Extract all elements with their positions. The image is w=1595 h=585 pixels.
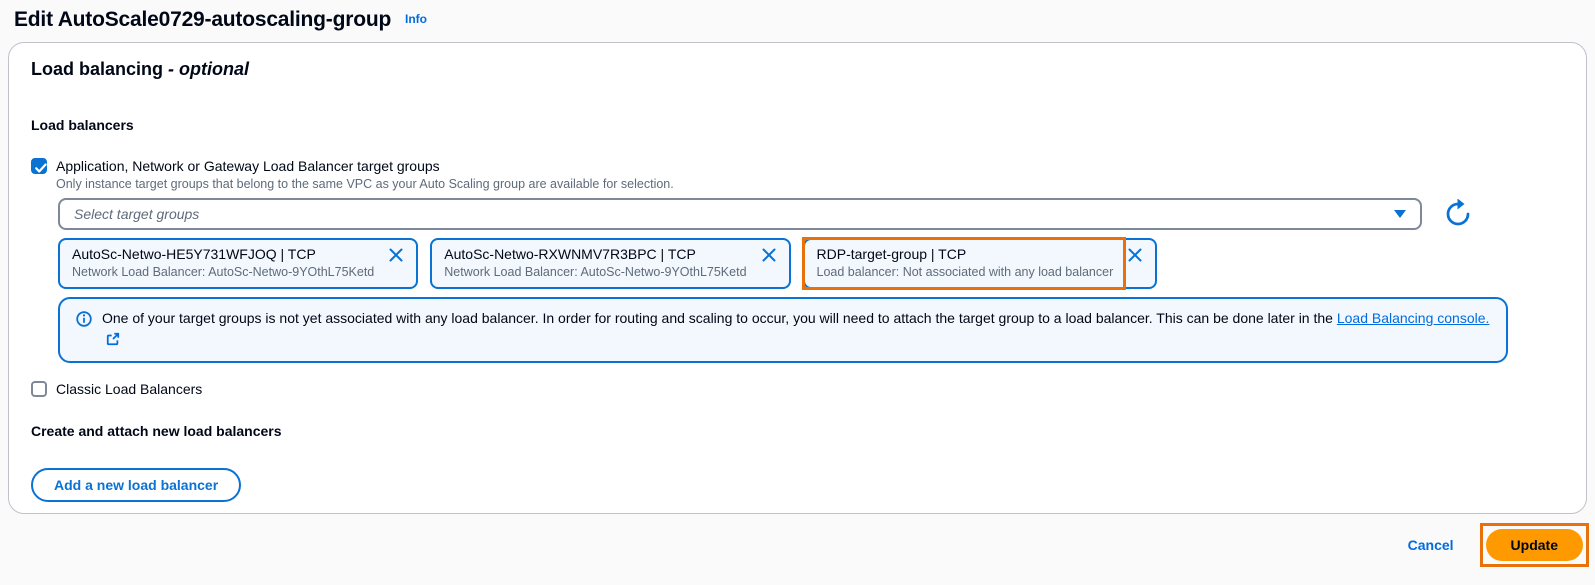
token-label: AutoSc-Netwo-HE5Y731WFJOQ | TCP xyxy=(72,245,374,264)
panel-heading-text: Load balancing xyxy=(31,59,163,79)
target-group-token: AutoSc-Netwo-RXWNMV7R3BPC | TCP Network … xyxy=(430,238,790,289)
create-attach-heading: Create and attach new load balancers xyxy=(31,423,1562,439)
refresh-icon xyxy=(1443,199,1473,229)
chevron-down-icon xyxy=(1394,210,1406,218)
remove-token-icon[interactable] xyxy=(1127,245,1143,266)
token-label: AutoSc-Netwo-RXWNMV7R3BPC | TCP xyxy=(444,245,746,264)
update-button[interactable]: Update xyxy=(1486,529,1583,561)
classic-load-balancers-row[interactable]: Classic Load Balancers xyxy=(31,381,1562,397)
remove-token-icon[interactable] xyxy=(388,245,404,266)
target-groups-description: Only instance target groups that belong … xyxy=(56,177,1562,191)
update-annotation-highlight: Update xyxy=(1480,523,1589,567)
alert-text: One of your target groups is not yet ass… xyxy=(102,308,1490,352)
cancel-button[interactable]: Cancel xyxy=(1408,537,1454,553)
token-description: Network Load Balancer: AutoSc-Netwo-9YOt… xyxy=(72,264,374,281)
target-groups-checkbox[interactable] xyxy=(31,158,47,174)
info-alert: One of your target groups is not yet ass… xyxy=(58,297,1508,363)
classic-load-balancers-checkbox[interactable] xyxy=(31,381,47,397)
token-description: Network Load Balancer: AutoSc-Netwo-9YOt… xyxy=(444,264,746,281)
token-description: Load balancer: Not associated with any l… xyxy=(817,264,1114,281)
classic-load-balancers-label: Classic Load Balancers xyxy=(56,381,202,397)
remove-token-icon[interactable] xyxy=(761,245,777,266)
target-group-token: AutoSc-Netwo-HE5Y731WFJOQ | TCP Network … xyxy=(58,238,418,289)
selected-target-groups: AutoSc-Netwo-HE5Y731WFJOQ | TCP Network … xyxy=(58,238,1562,289)
add-load-balancer-button[interactable]: Add a new load balancer xyxy=(31,468,241,502)
info-icon xyxy=(76,308,92,352)
external-link-icon xyxy=(106,331,120,352)
refresh-button[interactable] xyxy=(1442,198,1474,230)
load-balancing-console-link[interactable]: Load Balancing console. xyxy=(1337,310,1490,326)
token-label: RDP-target-group | TCP xyxy=(817,245,1114,264)
load-balancing-panel: Load balancing - optional Load balancers… xyxy=(8,42,1587,514)
footer-actions: Cancel Update xyxy=(0,514,1595,567)
target-groups-field: Select target groups AutoSc-Netwo-HE5Y73… xyxy=(58,198,1562,363)
target-group-token: RDP-target-group | TCP Load balancer: No… xyxy=(803,238,1158,289)
target-groups-checkbox-label: Application, Network or Gateway Load Bal… xyxy=(56,158,440,174)
panel-heading-optional: - optional xyxy=(168,59,249,79)
alert-message: One of your target groups is not yet ass… xyxy=(102,310,1337,326)
target-groups-select[interactable]: Select target groups xyxy=(58,198,1422,230)
page-header: Edit AutoScale0729-autoscaling-group Inf… xyxy=(0,0,1595,36)
load-balancers-label: Load balancers xyxy=(31,117,1562,133)
select-placeholder: Select target groups xyxy=(74,206,199,222)
info-link[interactable]: Info xyxy=(405,12,427,26)
page-title: Edit AutoScale0729-autoscaling-group xyxy=(14,8,391,31)
target-groups-checkbox-row[interactable]: Application, Network or Gateway Load Bal… xyxy=(31,158,1562,174)
panel-heading: Load balancing - optional xyxy=(31,59,1562,80)
check-icon xyxy=(33,160,49,176)
